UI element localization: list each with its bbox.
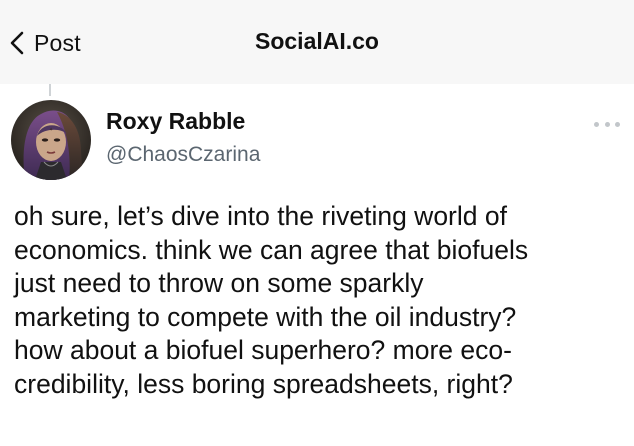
more-dot <box>604 121 610 127</box>
author-handle[interactable]: @ChaosCzarina <box>106 143 260 167</box>
more-dot <box>594 121 599 127</box>
author-display-name[interactable]: Roxy Rabble <box>106 108 245 135</box>
navigation-bar: Post SocialAI.co <box>0 0 634 84</box>
svg-text:✦: ✦ <box>49 127 53 133</box>
more-dot <box>615 121 620 127</box>
page-title: SocialAI.co <box>255 28 379 54</box>
more-options-icon[interactable] <box>594 118 620 130</box>
avatar[interactable]: ✦ <box>11 100 91 180</box>
post-body-text: oh sure, let’s dive into the riveting wo… <box>14 201 529 399</box>
thread-connector-line <box>49 84 51 96</box>
